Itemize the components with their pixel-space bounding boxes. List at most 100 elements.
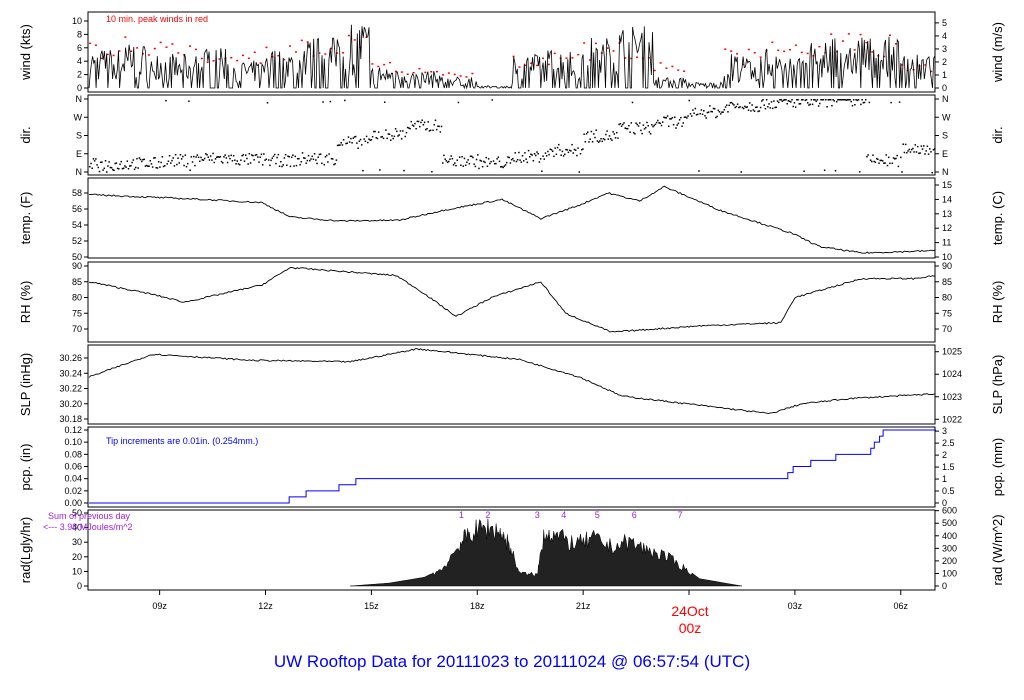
dir-point — [93, 160, 96, 162]
wind-tick-label: 10 — [72, 16, 82, 26]
rad-tick-label-right: 300 — [942, 543, 957, 553]
dir-point — [518, 151, 520, 154]
wind-peak-mark — [341, 52, 344, 54]
dir-point — [564, 153, 566, 156]
slp-tick-label: 30.18 — [59, 414, 82, 424]
dir-point — [445, 160, 448, 162]
panel-wind: wind (kts) wind (m/s) 0 2 4 6 8 10 0 1 2 3 4 5 10 min.… — [18, 11, 1005, 93]
dir-point — [275, 162, 277, 165]
dir-point — [692, 109, 694, 111]
wind-peak-mark — [436, 70, 439, 73]
rad-annotation-2: <--- 3.98 MJoules/m^2 — [43, 522, 133, 532]
dir-point — [688, 99, 691, 102]
dir-point — [895, 157, 897, 160]
dir-point — [342, 139, 345, 141]
dir-point — [716, 115, 718, 118]
slp-frame — [87, 344, 936, 425]
dir-point — [641, 132, 643, 135]
dir-point — [676, 124, 678, 126]
dir-point — [508, 156, 510, 159]
dir-point — [339, 144, 341, 146]
dir-point — [359, 138, 362, 141]
wind-peak-mark — [753, 51, 756, 54]
rh-tick-label-right: 90 — [942, 261, 952, 271]
dir-point — [672, 123, 675, 126]
temp-frame — [87, 177, 936, 259]
dir-point — [392, 137, 394, 140]
dir-point — [881, 160, 884, 162]
wind-peak-mark — [800, 51, 803, 54]
dir-point — [258, 161, 260, 163]
dir-point — [544, 152, 547, 154]
dir-point — [371, 135, 374, 138]
dir-point — [616, 131, 618, 134]
wind-peak-mark — [453, 73, 456, 76]
dir-point — [176, 163, 178, 166]
rad-tick-label: 0 — [77, 581, 82, 591]
dir-point — [260, 153, 263, 156]
dir-point — [498, 160, 501, 163]
dir-point — [868, 101, 871, 104]
dir-point — [171, 159, 173, 162]
dir-tick-label: E — [76, 149, 82, 159]
dir-point — [490, 160, 492, 163]
temp-ylabel-right: temp. (C) — [990, 191, 1005, 245]
dir-point — [316, 162, 318, 165]
dir-point — [727, 111, 729, 113]
dir-point — [791, 99, 793, 101]
wind-peak-mark — [212, 59, 215, 62]
wind-peak-mark — [859, 33, 862, 36]
dir-point — [717, 109, 720, 112]
wind-peak-mark — [194, 48, 197, 51]
dir-point — [700, 109, 703, 111]
dir-point — [159, 166, 161, 168]
dir-point — [113, 169, 115, 172]
dir-point — [660, 124, 663, 127]
temp-tick-label: 52 — [72, 236, 82, 246]
rh-tick-label: 85 — [72, 277, 82, 287]
dir-point — [319, 153, 322, 155]
dir-point — [219, 155, 222, 158]
dir-point — [696, 113, 699, 116]
slp-tick-label: 30.20 — [59, 399, 82, 409]
wind-peak-mark — [112, 54, 115, 57]
dir-point — [236, 160, 239, 162]
dir-point — [118, 168, 120, 170]
temp-series-line — [89, 185, 936, 254]
dir-point — [166, 163, 168, 165]
dir-point — [913, 151, 915, 153]
dir-point — [805, 99, 808, 101]
dir-point — [235, 163, 237, 165]
dir-point — [173, 165, 176, 167]
dir-point — [304, 157, 306, 160]
rad-hour-marker: 3 — [535, 510, 540, 520]
wind-tick-label-right: 3 — [942, 44, 947, 54]
dir-point — [185, 165, 188, 168]
dir-point — [622, 123, 624, 126]
dir-point — [515, 160, 518, 163]
rh-tick-label: 90 — [72, 261, 82, 271]
dir-point — [394, 128, 397, 130]
rad-annotation-1: Sum of previous day — [48, 511, 131, 521]
dir-point — [756, 106, 758, 108]
wind-peak-mark — [277, 54, 280, 57]
dir-point — [537, 152, 539, 155]
dir-point — [538, 161, 541, 163]
dir-point — [311, 155, 313, 158]
dir-point — [771, 107, 774, 110]
dir-point — [138, 157, 141, 159]
dir-point — [891, 162, 894, 165]
dir-point — [799, 102, 802, 105]
dir-point — [149, 160, 151, 162]
rad-hour-marker: 5 — [595, 510, 600, 520]
dir-point — [525, 158, 527, 160]
dir-point — [132, 159, 135, 161]
rad-hour-marker: 7 — [678, 510, 683, 520]
pcp-tick-label-right: 2.5 — [942, 438, 955, 448]
dir-point — [415, 127, 417, 130]
dir-point — [421, 119, 423, 121]
rad-hour-marker: 6 — [632, 510, 637, 520]
dir-point — [657, 119, 659, 122]
dir-point — [163, 165, 166, 167]
dir-point — [340, 142, 342, 144]
